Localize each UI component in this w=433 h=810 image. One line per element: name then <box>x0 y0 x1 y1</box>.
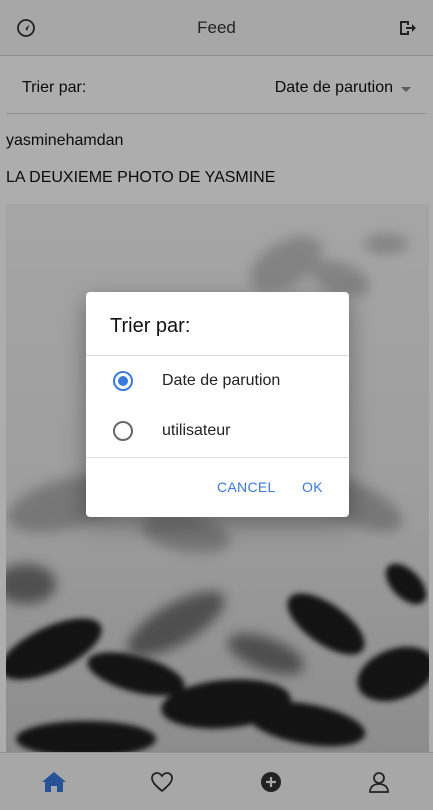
option-label: Date de parution <box>162 372 281 389</box>
divider <box>86 457 349 458</box>
option-date-de-parution[interactable]: Date de parution <box>86 358 349 404</box>
cancel-button[interactable]: CANCEL <box>217 479 276 495</box>
ok-button[interactable]: OK <box>302 479 323 495</box>
dialog-title: Trier par: <box>110 315 191 337</box>
radio-selected-icon[interactable] <box>113 371 133 391</box>
sort-dialog: Trier par: Date de parution utilisateur … <box>86 292 349 517</box>
option-utilisateur[interactable]: utilisateur <box>86 408 349 454</box>
divider <box>86 355 349 356</box>
radio-unselected-icon[interactable] <box>113 421 133 441</box>
option-label: utilisateur <box>162 422 231 439</box>
